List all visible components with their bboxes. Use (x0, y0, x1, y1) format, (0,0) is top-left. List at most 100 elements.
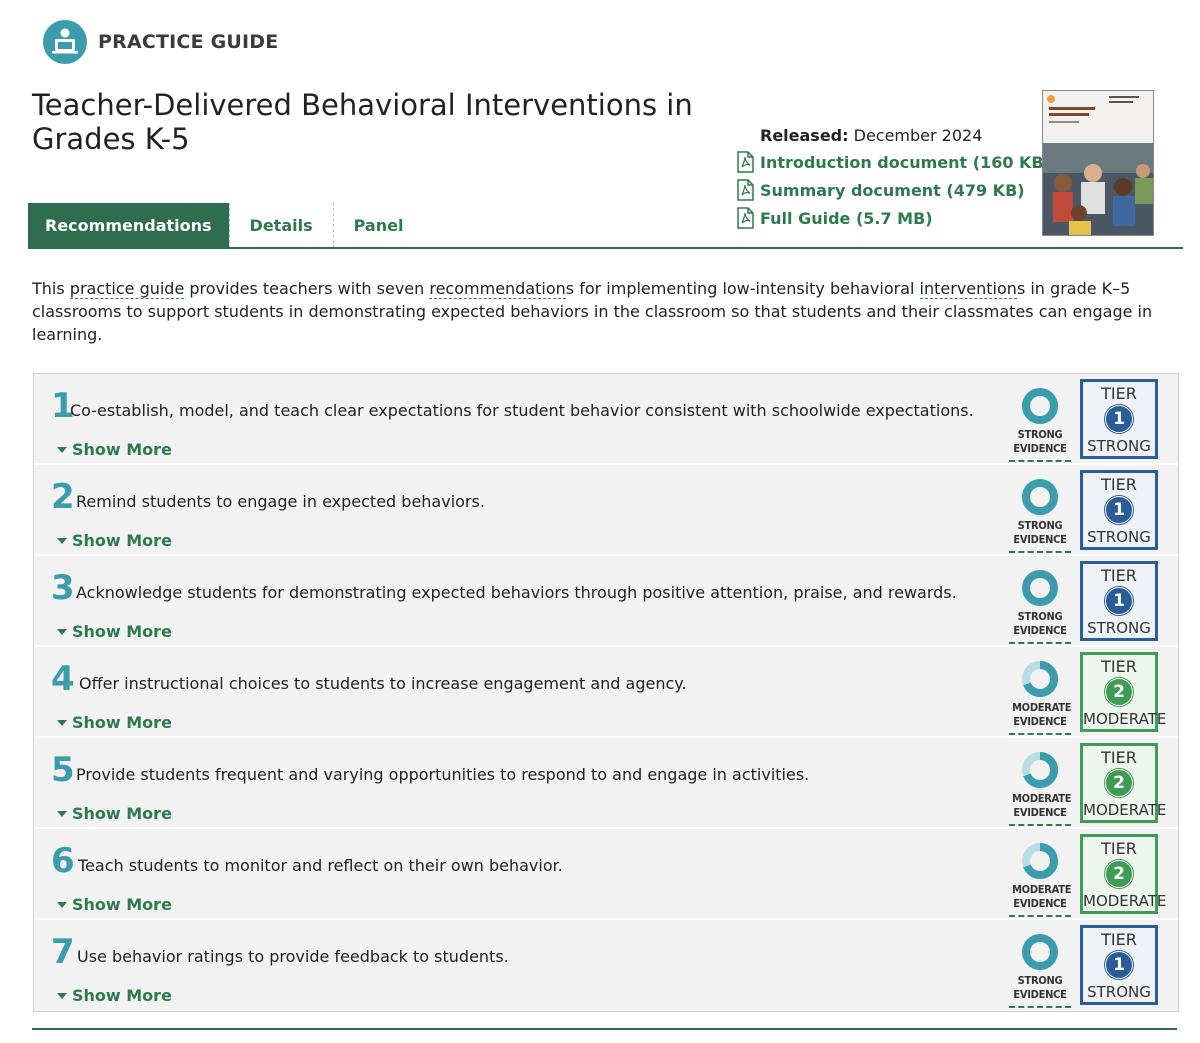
evidence-line-2: EVIDENCE (1013, 897, 1067, 910)
evidence-line-2: EVIDENCE (1013, 624, 1067, 637)
pdf-icon (737, 207, 754, 229)
full-guide-label: Full Guide (5.7 MB) (760, 208, 933, 228)
tier-level: STRONG (1087, 619, 1151, 637)
show-more-label: Show More (72, 804, 172, 823)
section-divider (32, 1028, 1177, 1030)
tier-level: STRONG (1087, 983, 1151, 1001)
recommendation-number: 2 (51, 477, 75, 517)
recommendation-number: 5 (51, 750, 75, 790)
evidence-line-1: STRONG (1017, 428, 1063, 441)
evidence-line-1: STRONG (1017, 519, 1063, 532)
introduction-document-label: Introduction document (160 KB) (760, 152, 1051, 172)
intro-paragraph: This practice guide provides teachers wi… (32, 277, 1172, 346)
evidence-rating[interactable]: STRONG EVIDENCE (1009, 930, 1071, 1008)
show-more-button[interactable]: Show More (57, 531, 172, 550)
glossary-term-practice-guide[interactable]: practice guide (69, 279, 185, 299)
tier-label: TIER (1101, 384, 1137, 403)
caret-down-icon (57, 628, 67, 635)
tier-number: 1 (1105, 405, 1133, 433)
tier-label: TIER (1101, 839, 1137, 858)
caret-down-icon (57, 810, 67, 817)
intro-text: This (32, 279, 70, 298)
tier-level: MODERATE (1083, 710, 1167, 728)
evidence-line-2: EVIDENCE (1013, 442, 1067, 455)
evidence-line-1: STRONG (1017, 610, 1063, 623)
recommendation-4: 4 Offer instructional choices to student… (34, 647, 1178, 738)
caret-down-icon (57, 992, 67, 999)
recommendation-1: 1 Co-establish, model, and teach clear e… (34, 374, 1178, 465)
recommendation-number: 3 (51, 568, 75, 608)
introduction-document-link[interactable]: Introduction document (160 KB) (736, 148, 1051, 176)
tier-badge[interactable]: TIER 2 MODERATE (1080, 834, 1166, 914)
show-more-button[interactable]: Show More (57, 713, 172, 732)
show-more-label: Show More (72, 895, 172, 914)
summary-document-label: Summary document (479 KB) (760, 180, 1025, 200)
recommendation-text: Provide students frequent and varying op… (76, 765, 810, 784)
page-header: PRACTICE GUIDE (43, 20, 278, 64)
recommendation-text: Teach students to monitor and reflect on… (78, 856, 563, 875)
tier-level: STRONG (1087, 528, 1151, 546)
tier-number: 2 (1105, 769, 1133, 797)
guide-cover-image[interactable] (1042, 90, 1154, 236)
show-more-button[interactable]: Show More (57, 622, 172, 641)
show-more-label: Show More (72, 622, 172, 641)
show-more-label: Show More (72, 440, 172, 459)
evidence-line-2: EVIDENCE (1013, 533, 1067, 546)
show-more-button[interactable]: Show More (57, 804, 172, 823)
guide-tabs: Recommendations Details Panel (28, 203, 423, 248)
evidence-rating[interactable]: STRONG EVIDENCE (1009, 384, 1071, 462)
recommendation-text: Remind students to engage in expected be… (76, 492, 485, 511)
tab-panel[interactable]: Panel (332, 203, 424, 248)
pdf-icon (737, 151, 754, 173)
recommendation-text: Co-establish, model, and teach clear exp… (70, 401, 974, 420)
evidence-rating[interactable]: MODERATE EVIDENCE (1009, 748, 1072, 826)
recommendation-2: 2 Remind students to engage in expected … (34, 465, 1178, 556)
evidence-line-1: MODERATE (1012, 792, 1072, 805)
tier-label: TIER (1101, 930, 1137, 949)
show-more-button[interactable]: Show More (57, 986, 172, 1005)
tier-label: TIER (1101, 748, 1137, 767)
tier-label: TIER (1101, 566, 1137, 585)
recommendation-text: Use behavior ratings to provide feedback… (77, 947, 509, 966)
glossary-term-recommendation[interactable]: recommendation (429, 279, 566, 299)
tab-underline (28, 247, 1183, 249)
evidence-line-2: EVIDENCE (1013, 806, 1067, 819)
evidence-rating[interactable]: STRONG EVIDENCE (1009, 566, 1071, 644)
recommendation-5: 5 Provide students frequent and varying … (34, 738, 1178, 829)
tab-recommendations[interactable]: Recommendations (28, 203, 229, 248)
page-title: Teacher-Delivered Behavioral Interventio… (32, 88, 693, 156)
show-more-label: Show More (72, 531, 172, 550)
recommendation-number: 4 (51, 659, 75, 699)
full-guide-link[interactable]: Full Guide (5.7 MB) (736, 204, 1051, 232)
brand-label: PRACTICE GUIDE (98, 31, 279, 53)
strong-evidence-icon (1022, 570, 1058, 606)
evidence-line-2: EVIDENCE (1013, 715, 1067, 728)
tier-badge[interactable]: TIER 2 MODERATE (1080, 743, 1167, 823)
evidence-line-1: MODERATE (1012, 883, 1072, 896)
caret-down-icon (57, 901, 67, 908)
tier-badge[interactable]: TIER 1 STRONG (1080, 561, 1158, 641)
tier-level: STRONG (1087, 437, 1151, 455)
intro-text: s for implementing low-intensity behavio… (565, 279, 920, 298)
evidence-line-1: MODERATE (1012, 701, 1072, 714)
tier-number: 1 (1105, 587, 1133, 615)
intro-text: provides teachers with seven (184, 279, 430, 298)
tier-badge[interactable]: TIER 2 MODERATE (1080, 652, 1167, 732)
evidence-rating[interactable]: STRONG EVIDENCE (1009, 475, 1071, 553)
tier-badge[interactable]: TIER 1 STRONG (1080, 379, 1158, 459)
evidence-rating[interactable]: MODERATE EVIDENCE (1009, 839, 1072, 917)
strong-evidence-icon (1022, 934, 1058, 970)
summary-document-link[interactable]: Summary document (479 KB) (736, 176, 1051, 204)
tier-badge[interactable]: TIER 1 STRONG (1080, 470, 1158, 550)
pdf-icon (737, 179, 754, 201)
evidence-line-1: STRONG (1017, 974, 1063, 987)
glossary-term-intervention[interactable]: intervention (919, 279, 1017, 299)
recommendation-6: 6 Teach students to monitor and reflect … (34, 829, 1178, 920)
tier-badge[interactable]: TIER 1 STRONG (1080, 925, 1158, 1005)
moderate-evidence-icon (1022, 842, 1059, 879)
evidence-rating[interactable]: MODERATE EVIDENCE (1009, 657, 1072, 735)
show-more-button[interactable]: Show More (57, 440, 172, 459)
show-more-button[interactable]: Show More (57, 895, 172, 914)
tab-details[interactable]: Details (228, 203, 333, 248)
tier-level: MODERATE (1083, 801, 1167, 819)
